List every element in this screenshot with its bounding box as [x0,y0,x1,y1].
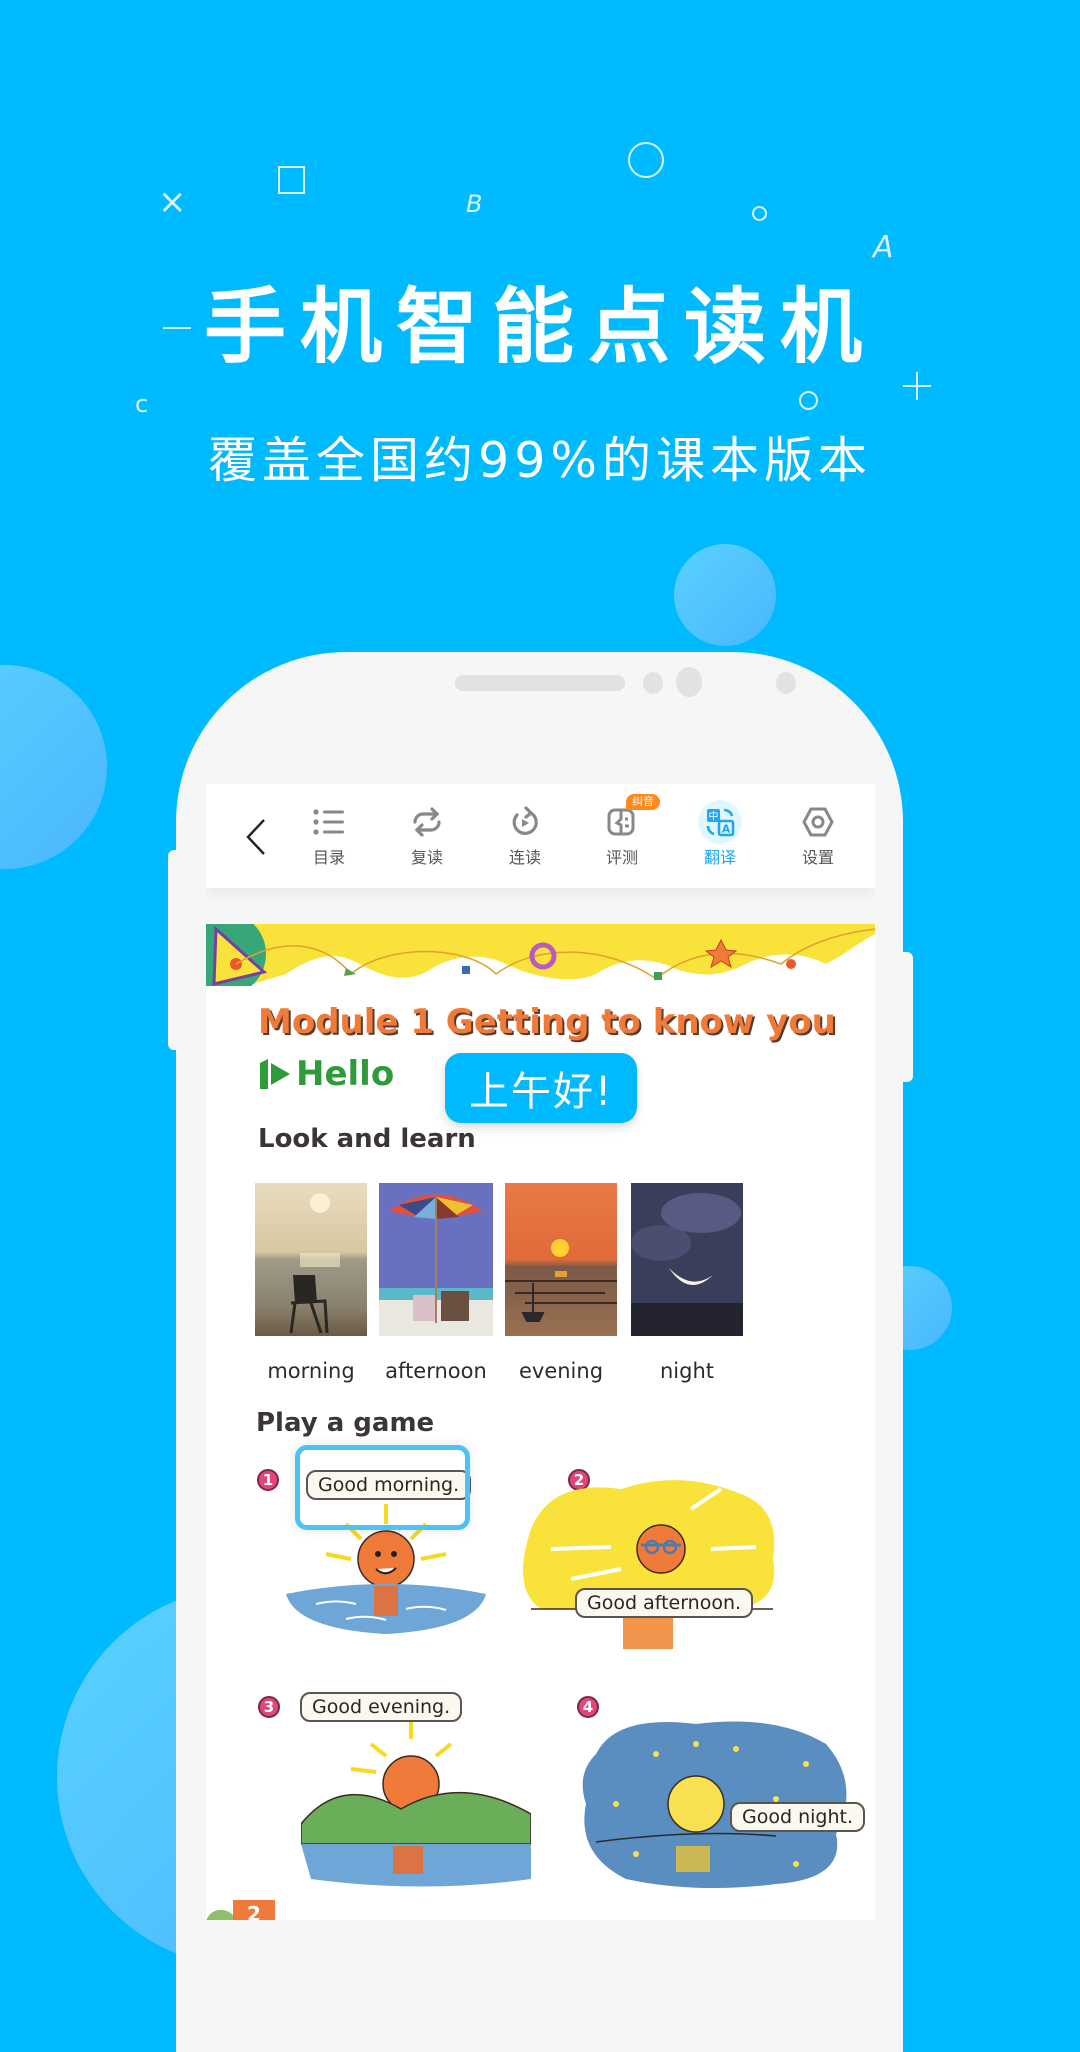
decor-letter-c: c [135,390,149,418]
pronunciation-badge: 纠音 [626,794,660,810]
toolbar-label: 翻译 [703,848,736,867]
photo-morning[interactable] [255,1183,367,1336]
photo-evening[interactable] [505,1183,617,1336]
photo-label-night: night [659,1359,715,1383]
next-unit-decoration [206,1910,236,1920]
module-title[interactable]: Module 1 Getting to know you [258,1002,836,1042]
decor-x-icon: × [158,182,187,222]
translation-popup[interactable]: 上午好! [445,1053,637,1123]
toolbar-item-continuous[interactable]: 连读 [480,784,570,888]
toolbar-label: 评测 [605,848,638,867]
photo-night[interactable] [631,1183,743,1336]
illustration-afternoon-sun[interactable] [511,1469,786,1654]
translate-icon: 中 A [698,800,742,844]
decor-circle-top [674,544,776,646]
svg-text:A: A [722,823,731,836]
chevron-left-icon [246,819,265,855]
speech-good-evening[interactable]: Good evening. [300,1692,463,1722]
repeat-icon [405,800,449,844]
decor-square-icon [278,166,305,194]
toolbar-item-evaluate[interactable]: 纠音 评测 [577,784,667,888]
photo-label-evening: evening [518,1359,604,1383]
promo-headline: 手机智能点读机 [203,280,876,375]
toolbar-label: 设置 [801,848,834,867]
evaluate-face-icon: 纠音 [600,794,660,844]
phone-sensor [643,672,663,694]
decor-plus-icon [903,372,931,400]
continuous-play-icon [503,800,547,844]
svg-text:中: 中 [709,810,719,823]
toolbar-item-translate[interactable]: 中 A 翻译 [675,784,765,888]
photo-label-afternoon: afternoon [385,1359,487,1383]
scene-number-1: 1 [257,1469,279,1491]
phone-camera [676,667,702,697]
photo-label-morning: morning [267,1359,355,1383]
unit-marker-icon [260,1059,290,1089]
selected-sentence-highlight[interactable] [295,1445,470,1530]
speech-good-night[interactable]: Good night. [730,1802,865,1832]
unit-title: Hello [296,1054,395,1094]
decor-letter-a: A [873,230,894,265]
promo-subheadline: 覆盖全国约99%的课本版本 [208,432,872,489]
next-unit-number: 2 [233,1900,275,1920]
list-icon [307,800,351,844]
toolbar-label: 复读 [410,848,443,867]
toolbar-gap [206,888,875,924]
reader-toolbar: 目录 复读 连读 纠音 评测 中 A 翻译 设置 [206,784,875,888]
scene-number-3: 3 [258,1696,280,1718]
page-banner-decoration [206,924,875,986]
phone-speaker [455,675,625,691]
look-and-learn-heading[interactable]: Look and learn [258,1124,476,1154]
decor-ring-mid [799,391,818,410]
back-button[interactable] [236,814,276,860]
toolbar-item-contents[interactable]: 目录 [284,784,374,888]
toolbar-item-repeat[interactable]: 复读 [382,784,472,888]
unit-heading[interactable]: Hello [258,1054,394,1094]
decor-ring-small [752,206,767,221]
decor-ring-large [628,142,664,178]
photo-afternoon[interactable] [379,1183,493,1336]
illustration-evening-sun[interactable] [301,1714,531,1889]
toolbar-label: 连读 [508,848,541,867]
toolbar-label: 目录 [312,848,345,867]
toolbar-item-settings[interactable]: 设置 [773,784,863,888]
settings-hex-icon [796,800,840,844]
play-a-game-heading[interactable]: Play a game [256,1408,434,1438]
speech-good-afternoon[interactable]: Good afternoon. [575,1588,754,1618]
decor-letter-b: B [466,190,483,218]
decor-circle-left [0,665,107,869]
phone-screen: 目录 复读 连读 纠音 评测 中 A 翻译 设置 Module 1 Gettin… [206,784,875,1920]
phone-sensor-right [776,672,796,694]
textbook-page[interactable]: Module 1 Getting to know you Hello 上午好! … [206,924,875,1920]
